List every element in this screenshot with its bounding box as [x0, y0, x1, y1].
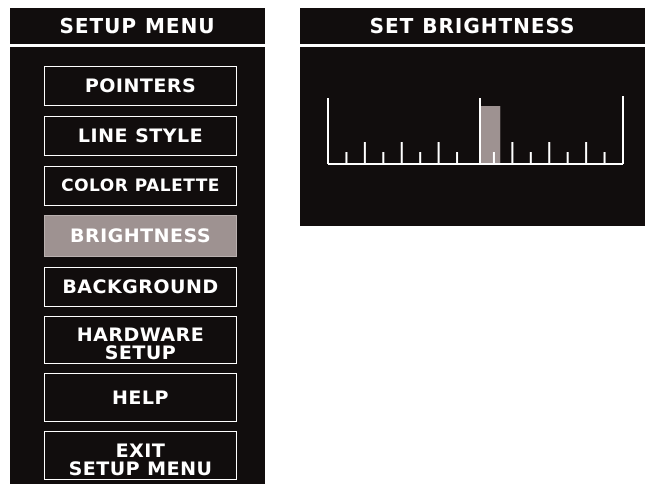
help-button[interactable]: HELP [44, 373, 237, 422]
line-style-button[interactable]: LINE STYLE [44, 116, 237, 156]
brightness-button[interactable]: BRIGHTNESS [44, 215, 237, 257]
brightness-slider[interactable] [300, 8, 645, 226]
exit-setup-menu-button[interactable]: EXIT SETUP MENU [44, 431, 237, 480]
hardware-setup-button[interactable]: HARDWARE SETUP [44, 316, 237, 364]
title-divider [10, 44, 265, 47]
pointers-button[interactable]: POINTERS [44, 66, 237, 106]
setup-menu-title: SETUP MENU [59, 14, 216, 38]
setup-menu-panel: SETUP MENU POINTERS LINE STYLE COLOR PAL… [10, 8, 265, 484]
background-button[interactable]: BACKGROUND [44, 267, 237, 307]
color-palette-button[interactable]: COLOR PALETTE [44, 166, 237, 206]
brightness-level-indicator[interactable] [480, 106, 501, 164]
brightness-panel: SET BRIGHTNESS [300, 8, 645, 226]
